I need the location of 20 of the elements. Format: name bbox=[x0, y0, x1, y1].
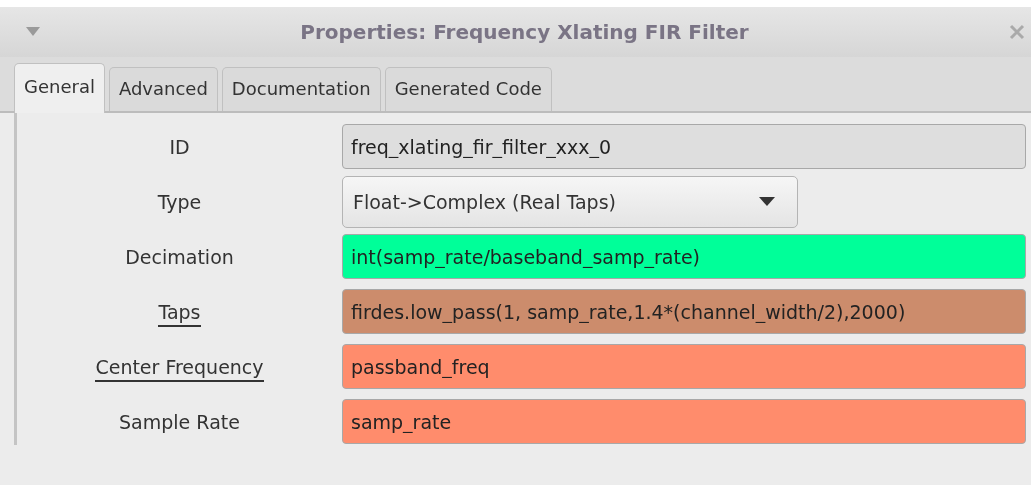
parameter-label: Sample Rate bbox=[119, 410, 240, 435]
tab[interactable]: General bbox=[14, 63, 105, 113]
tab[interactable]: Generated Code bbox=[384, 67, 552, 111]
parameter-field[interactable]: firdes.low_pass(1, samp_rate,1.4*(channel_width/2),2000) bbox=[342, 289, 1026, 334]
window-title: Properties: Frequency Xlating FIR Filter bbox=[299, 20, 750, 44]
parameter-field[interactable]: passband_freq bbox=[342, 344, 1026, 389]
tab[interactable]: Documentation bbox=[221, 67, 381, 111]
parameter-field[interactable]: freq_xlating_fir_filter_xxx_0 bbox=[342, 124, 1026, 169]
caret-icon bbox=[759, 196, 775, 207]
type-dropdown[interactable]: Float->Complex (Real Taps) bbox=[342, 175, 798, 228]
parameter-label: Taps bbox=[158, 300, 201, 327]
parameter-label: Type bbox=[157, 190, 202, 215]
parameter-label: Decimation bbox=[125, 245, 234, 270]
parameter-field[interactable]: samp_rate bbox=[342, 399, 1026, 444]
collapse-arrow-icon[interactable] bbox=[26, 27, 40, 37]
parameter-field[interactable]: int(samp_rate/baseband_samp_rate) bbox=[342, 234, 1026, 279]
tab[interactable]: Advanced bbox=[108, 67, 218, 111]
close-icon[interactable] bbox=[1009, 24, 1025, 40]
parameter-label: ID bbox=[169, 135, 190, 160]
parameter-label: Center Frequency bbox=[95, 355, 264, 382]
